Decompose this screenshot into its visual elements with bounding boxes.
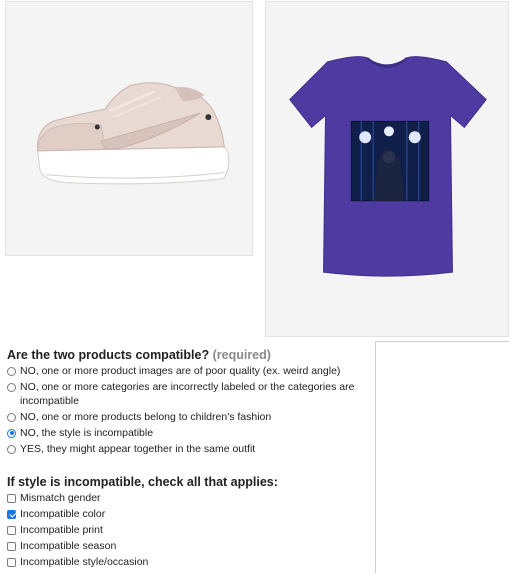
radio-option-categories-incorrect[interactable]: NO, one or more categories are incorrect… [7, 381, 369, 408]
style-incompatibility-question: If style is incompatible, check all that… [7, 474, 369, 572]
radio-button[interactable] [7, 444, 16, 454]
checkbox[interactable] [7, 542, 16, 551]
radio-option-poor-quality[interactable]: NO, one or more product images are of po… [7, 365, 369, 379]
checkbox[interactable] [7, 526, 16, 535]
required-label: (required) [212, 348, 271, 362]
checkbox[interactable] [7, 494, 16, 503]
radio-option-childrens-fashion[interactable]: NO, one or more products belong to child… [7, 411, 369, 425]
sneaker-icon [36, 82, 230, 185]
checkbox[interactable] [7, 558, 16, 567]
checkbox-checked[interactable] [7, 510, 16, 519]
radio-option-style-incompatible[interactable]: NO, the style is incompatible [7, 427, 369, 441]
checkbox-option-incompatible-season[interactable]: Incompatible season [7, 540, 369, 554]
checkbox-option-incompatible-print[interactable]: Incompatible print [7, 524, 369, 538]
radio-button[interactable] [7, 383, 16, 392]
radio-button-selected[interactable] [7, 428, 16, 438]
radio-button[interactable] [7, 367, 16, 376]
checkbox-option-incompatible-style-occasion[interactable]: Incompatible style/occasion [7, 556, 369, 570]
compatibility-question: Are the two products compatible? (requir… [7, 347, 369, 459]
question-title: If style is incompatible, check all that… [7, 475, 278, 489]
checkbox-option-mismatch-gender[interactable]: Mismatch gender [7, 492, 369, 506]
product-image-left [5, 1, 253, 256]
checkbox-option-incompatible-color[interactable]: Incompatible color [7, 508, 369, 522]
tshirt-icon [289, 56, 487, 277]
radio-option-yes-compatible[interactable]: YES, they might appear together in the s… [7, 443, 369, 457]
product-image-right [265, 1, 509, 337]
question-title: Are the two products compatible? (requir… [7, 348, 271, 362]
radio-button[interactable] [7, 412, 16, 422]
side-panel [375, 341, 509, 573]
